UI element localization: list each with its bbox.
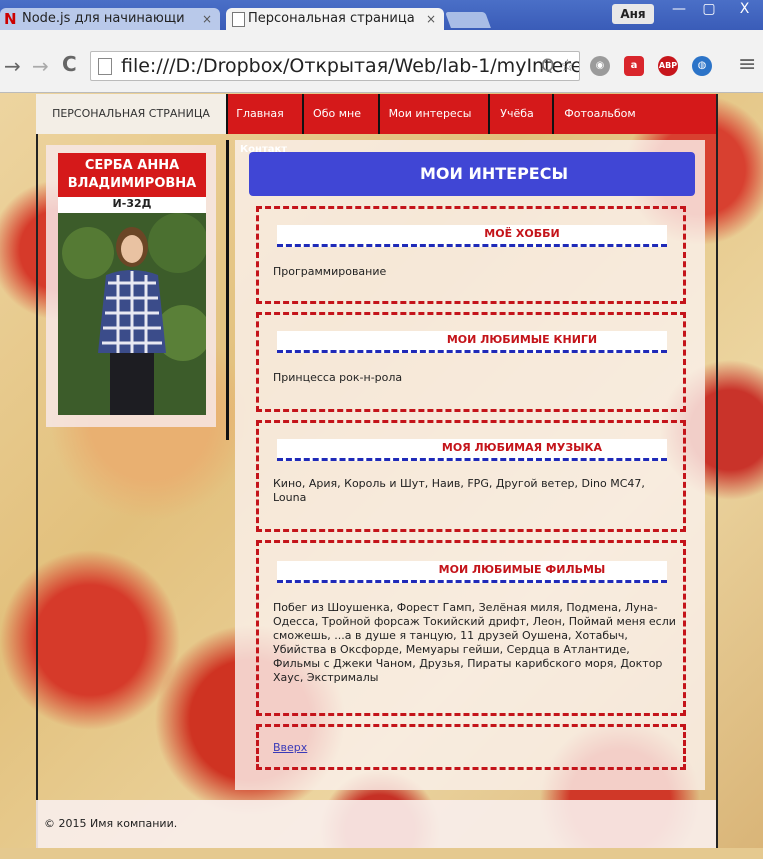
back-button[interactable]: → xyxy=(4,54,21,78)
back-to-top-link[interactable]: Вверх xyxy=(273,741,307,754)
top-navigation: ПЕРСОНАЛЬНАЯ СТРАНИЦА Главная Обо мне Мо… xyxy=(36,94,716,134)
close-window-button[interactable]: X xyxy=(726,0,763,20)
section-text: Побег из Шоушенка, Форест Гамп, Зелёная … xyxy=(273,601,676,684)
section-text: Кино, Ария, Король и Шут, Наив, FPG, Дру… xyxy=(273,477,645,504)
tab-close-icon[interactable]: × xyxy=(426,8,436,30)
footer: © 2015 Имя компании. xyxy=(36,800,716,848)
address-text: file:///D:/Dropbox/Открытая/Web/lab-1/my… xyxy=(121,55,580,77)
page-title: МОИ ИНТЕРЕСЫ xyxy=(249,152,695,196)
section-music: МОЯ ЛЮБИМАЯ МУЗЫКА Кино, Ария, Король и … xyxy=(256,420,686,532)
column-divider xyxy=(226,140,229,440)
section-title: МОИ ЛЮБИМЫЕ ФИЛЬМЫ xyxy=(277,561,667,583)
user-profile-button[interactable]: Аня xyxy=(612,4,654,24)
nav-item-interests[interactable]: Мои интересы xyxy=(378,94,480,134)
nav-item-home[interactable]: Главная xyxy=(226,94,292,134)
n-logo-icon: N xyxy=(4,10,17,28)
section-books: МОИ ЛЮБИМЫЕ КНИГИ Принцесса рок-н-рола xyxy=(256,312,686,412)
site-logo-link[interactable]: ПЕРСОНАЛЬНАЯ СТРАНИЦА xyxy=(36,94,226,134)
section-hobby: МОЁ ХОББИ Программирование xyxy=(256,206,686,304)
section-title: МОЯ ЛЮБИМАЯ МУЗЫКА xyxy=(277,439,667,461)
photo-illustration xyxy=(58,213,206,415)
tab-title: Node.js для начинающи xyxy=(22,11,185,26)
opera-icon[interactable]: ◉ xyxy=(590,56,610,76)
forward-button[interactable]: → xyxy=(32,54,49,78)
page-icon xyxy=(232,12,245,27)
section-text: Принцесса рок-н-рола xyxy=(273,371,403,384)
address-bar[interactable]: file:///D:/Dropbox/Открытая/Web/lab-1/my… xyxy=(90,51,580,81)
tab-nodejs[interactable]: N Node.js для начинающи × xyxy=(0,8,220,30)
new-tab-button[interactable] xyxy=(445,12,491,28)
zoom-and-bookmark-icons[interactable]: Q ☆ xyxy=(541,52,575,80)
tab-personal-page[interactable]: Персональная страница × xyxy=(226,8,444,30)
browser-toolbar: → → C file:///D:/Dropbox/Открытая/Web/la… xyxy=(0,30,763,93)
person-name: СЕРБА АННА ВЛАДИМИРОВНА xyxy=(58,153,206,197)
section-title: МОИ ЛЮБИМЫЕ КНИГИ xyxy=(277,331,667,353)
reload-button[interactable]: C xyxy=(62,52,77,76)
menu-icon[interactable]: ≡ xyxy=(738,52,756,77)
minimize-button[interactable]: — xyxy=(664,0,694,20)
extension-red-icon[interactable]: a xyxy=(624,56,644,76)
browser-titlebar: N Node.js для начинающи × Персональная с… xyxy=(0,0,763,30)
maximize-button[interactable]: ▢ xyxy=(694,0,724,20)
section-text: Программирование xyxy=(273,265,387,278)
page-bottom-background xyxy=(0,848,763,859)
section-movies: МОИ ЛЮБИМЫЕ ФИЛЬМЫ Побег из Шоушенка, Фо… xyxy=(256,540,686,716)
page-icon xyxy=(98,58,112,75)
nav-item-about[interactable]: Обо мне xyxy=(302,94,370,134)
nav-item-photoalbum[interactable]: Фотоальбом xyxy=(552,94,646,134)
tab-close-icon[interactable]: × xyxy=(202,8,212,30)
person-photo xyxy=(58,213,206,415)
section-up: Вверх xyxy=(256,724,686,770)
person-group: И-32Д xyxy=(58,197,206,213)
nav-item-study[interactable]: Учёба xyxy=(488,94,544,134)
adblock-icon[interactable]: ABP xyxy=(658,56,678,76)
tab-title: Персональная страница xyxy=(248,11,415,26)
globe-icon[interactable]: ◍ xyxy=(692,56,712,76)
section-title: МОЁ ХОББИ xyxy=(277,225,667,247)
